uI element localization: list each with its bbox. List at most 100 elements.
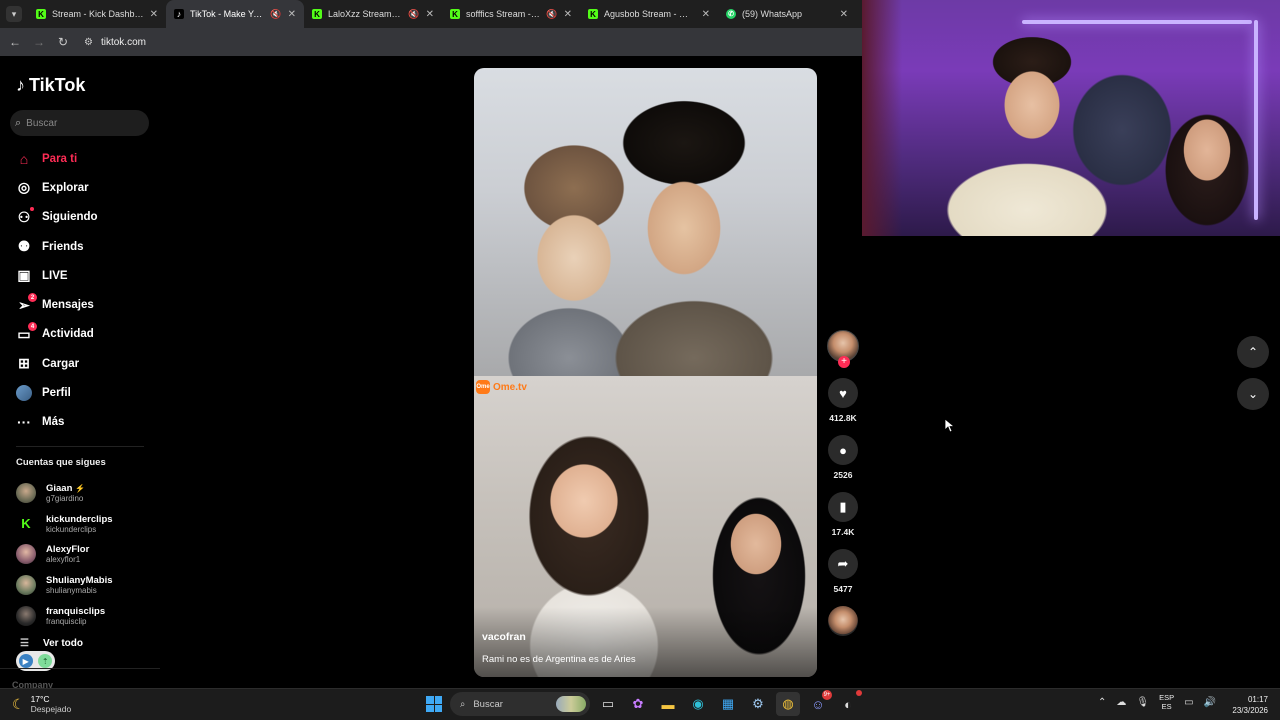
messages-icon: ➢ 2	[16, 293, 37, 313]
steam-icon[interactable]: ⚙	[746, 692, 770, 716]
video-player[interactable]: Ome Ome.tv vacofran Rami no es de Argent…	[474, 68, 817, 677]
tab-close-icon[interactable]: ✕	[426, 9, 434, 20]
bookmark-icon: ▮	[839, 499, 847, 514]
search-placeholder: Buscar	[26, 117, 58, 129]
sidebar-nav: ⌂ Para ti ◎ Explorar ⚇ Siguiendo ⚉ Frien…	[16, 144, 156, 437]
account-handle: g7giardino	[46, 494, 84, 504]
taskbar-search[interactable]: ⌕ Buscar	[450, 692, 590, 716]
chevron-up-icon[interactable]: ⌃	[1098, 697, 1106, 708]
see-all-link[interactable]: ☰ Ver todo	[20, 638, 83, 649]
discord-icon[interactable]: ☺ 9+	[806, 690, 832, 716]
display-icon[interactable]: ▭	[1184, 697, 1193, 708]
file-explorer-icon[interactable]: ▬	[656, 692, 680, 716]
share-count: 5477	[833, 584, 853, 594]
forward-arrow-icon[interactable]: →	[32, 35, 46, 49]
creator-avatar[interactable]: +	[827, 330, 859, 368]
nav-item-cargar[interactable]: ⊞ Cargar	[16, 349, 156, 378]
notification-badge: 2	[28, 293, 37, 303]
microphone-icon[interactable]: 🎙	[1136, 697, 1149, 708]
muted-speaker-icon[interactable]: 🔇	[408, 9, 419, 20]
notification-badge: 4	[28, 322, 37, 332]
tab-agusbob-stream[interactable]: K Agusbob Stream - Watch ✕	[580, 0, 718, 28]
windows-start-icon[interactable]	[424, 694, 444, 714]
comment-icon: ●	[839, 442, 847, 458]
following-icon: ⚇	[16, 207, 34, 225]
video-author[interactable]: vacofran	[482, 631, 526, 643]
url-field[interactable]: ⚙ tiktok.com	[84, 37, 146, 48]
following-section-title: Cuentas que sigues	[16, 457, 106, 468]
weather-widget[interactable]: ☾ 17°C Despejado	[12, 694, 71, 714]
comment-button[interactable]: ●	[828, 435, 858, 465]
task-view-icon[interactable]: ▭	[596, 692, 620, 716]
copilot-icon[interactable]: ✿	[626, 692, 650, 716]
search-input[interactable]: ⌕ Buscar	[10, 110, 149, 136]
share-button[interactable]: ➦	[828, 549, 858, 579]
nav-label: Más	[42, 416, 65, 429]
site-info-icon[interactable]: ⚙	[84, 37, 93, 48]
muted-speaker-icon[interactable]: 🔇	[270, 9, 281, 20]
url-text: tiktok.com	[100, 36, 146, 48]
store-icon[interactable]: ▦	[716, 692, 740, 716]
nav-item-mensajes[interactable]: ➢ 2 Mensajes	[16, 290, 156, 319]
kick-logo-avatar: K	[16, 513, 36, 534]
save-count: 17.4K	[831, 527, 855, 537]
tab-close-icon[interactable]: ✕	[288, 9, 296, 20]
temperature: 17°C	[30, 694, 50, 704]
following-account-alexyflor[interactable]: AlexyFlor alexyflor1	[16, 539, 156, 570]
tab-close-icon[interactable]: ✕	[564, 9, 572, 20]
follow-plus-icon[interactable]: +	[838, 356, 850, 368]
tab-tiktok[interactable]: ♪ TikTok - Make Your Day 🔇 ✕	[166, 0, 304, 28]
kick-favicon-icon: K	[450, 9, 460, 19]
kick-favicon-icon: K	[36, 9, 46, 19]
tab-search-button[interactable]: ▾	[6, 6, 22, 22]
nav-label: Mensajes	[42, 299, 94, 312]
friends-icon: ⚉	[17, 238, 31, 255]
save-button[interactable]: ▮	[828, 492, 858, 522]
language-indicator[interactable]: ESP ES	[1159, 693, 1174, 711]
nav-label: Explorar	[42, 181, 89, 194]
muted-speaker-icon[interactable]: 🔇	[546, 9, 557, 20]
play-extension-icon[interactable]: ▶	[18, 654, 33, 668]
date: 23/3/2026	[1232, 706, 1268, 715]
like-button[interactable]: ♥	[828, 378, 858, 408]
tab-laloxzz-stream[interactable]: K LaloXzz Stream - Watch 🔇 ✕	[304, 0, 442, 28]
previous-video-button[interactable]: ⌃	[1237, 336, 1269, 368]
tab-sofffics-stream[interactable]: K sofffics Stream - Watch 🔇 ✕	[442, 0, 580, 28]
account-handle: franquisclip	[46, 616, 87, 626]
upload-extension-icon[interactable]: ⇡	[38, 654, 53, 668]
cloud-icon[interactable]: ☁	[1116, 697, 1126, 708]
language-code: ESP	[1159, 693, 1175, 702]
account-name: ShulianyMabis	[46, 575, 113, 587]
following-account-giaan[interactable]: Giaan ⚡ g7giardino	[16, 478, 156, 509]
nav-item-siguiendo[interactable]: ⚇ Siguiendo	[16, 203, 156, 232]
following-account-franquisclips[interactable]: franquisclips franquisclip	[16, 600, 156, 631]
music-disc-icon[interactable]	[828, 606, 858, 636]
tab-whatsapp[interactable]: ✆ (59) WhatsApp ✕	[718, 0, 856, 28]
company-link[interactable]: Company	[12, 680, 53, 688]
nav-item-actividad[interactable]: ▭ 4 Actividad	[16, 320, 156, 349]
tab-close-icon[interactable]: ✕	[150, 9, 158, 20]
clock[interactable]: 01:17 23/3/2026	[1224, 694, 1268, 716]
browser-window: ▾ K Stream - Kick Dashboard ✕ ♪ TikTok -…	[0, 0, 862, 688]
nav-item-friends[interactable]: ⚉ Friends	[16, 232, 156, 261]
edge-icon[interactable]: ◉	[686, 692, 710, 716]
reload-icon[interactable]: ↻	[56, 35, 70, 49]
compass-icon: ◎	[17, 179, 31, 196]
back-arrow-icon[interactable]: ←	[8, 35, 22, 49]
tab-close-icon[interactable]: ✕	[702, 9, 710, 20]
tiktok-logo[interactable]: ♪ TikTok	[16, 75, 85, 96]
app-icon[interactable]: ◐	[836, 690, 862, 716]
next-video-button[interactable]: ⌄	[1237, 378, 1269, 410]
following-account-shulianymabis[interactable]: ShulianyMabis shulianymabis	[16, 570, 156, 601]
following-account-kickunderclips[interactable]: K kickunderclips kickunderclips	[16, 509, 156, 540]
speaker-icon[interactable]: 🔊	[1204, 697, 1216, 708]
tab-close-icon[interactable]: ✕	[840, 9, 848, 20]
tab-kick-dashboard[interactable]: K Stream - Kick Dashboard ✕	[28, 0, 166, 28]
avatar	[16, 605, 36, 626]
nav-item-explorar[interactable]: ◎ Explorar	[16, 173, 156, 202]
nav-item-live[interactable]: ▣ LIVE	[16, 261, 156, 290]
nav-item-para-ti[interactable]: ⌂ Para ti	[16, 144, 156, 173]
nav-item-perfil[interactable]: Perfil	[16, 378, 156, 407]
chrome-icon[interactable]: ◍	[776, 692, 800, 716]
nav-item-mas[interactable]: ··· Más	[16, 408, 156, 437]
